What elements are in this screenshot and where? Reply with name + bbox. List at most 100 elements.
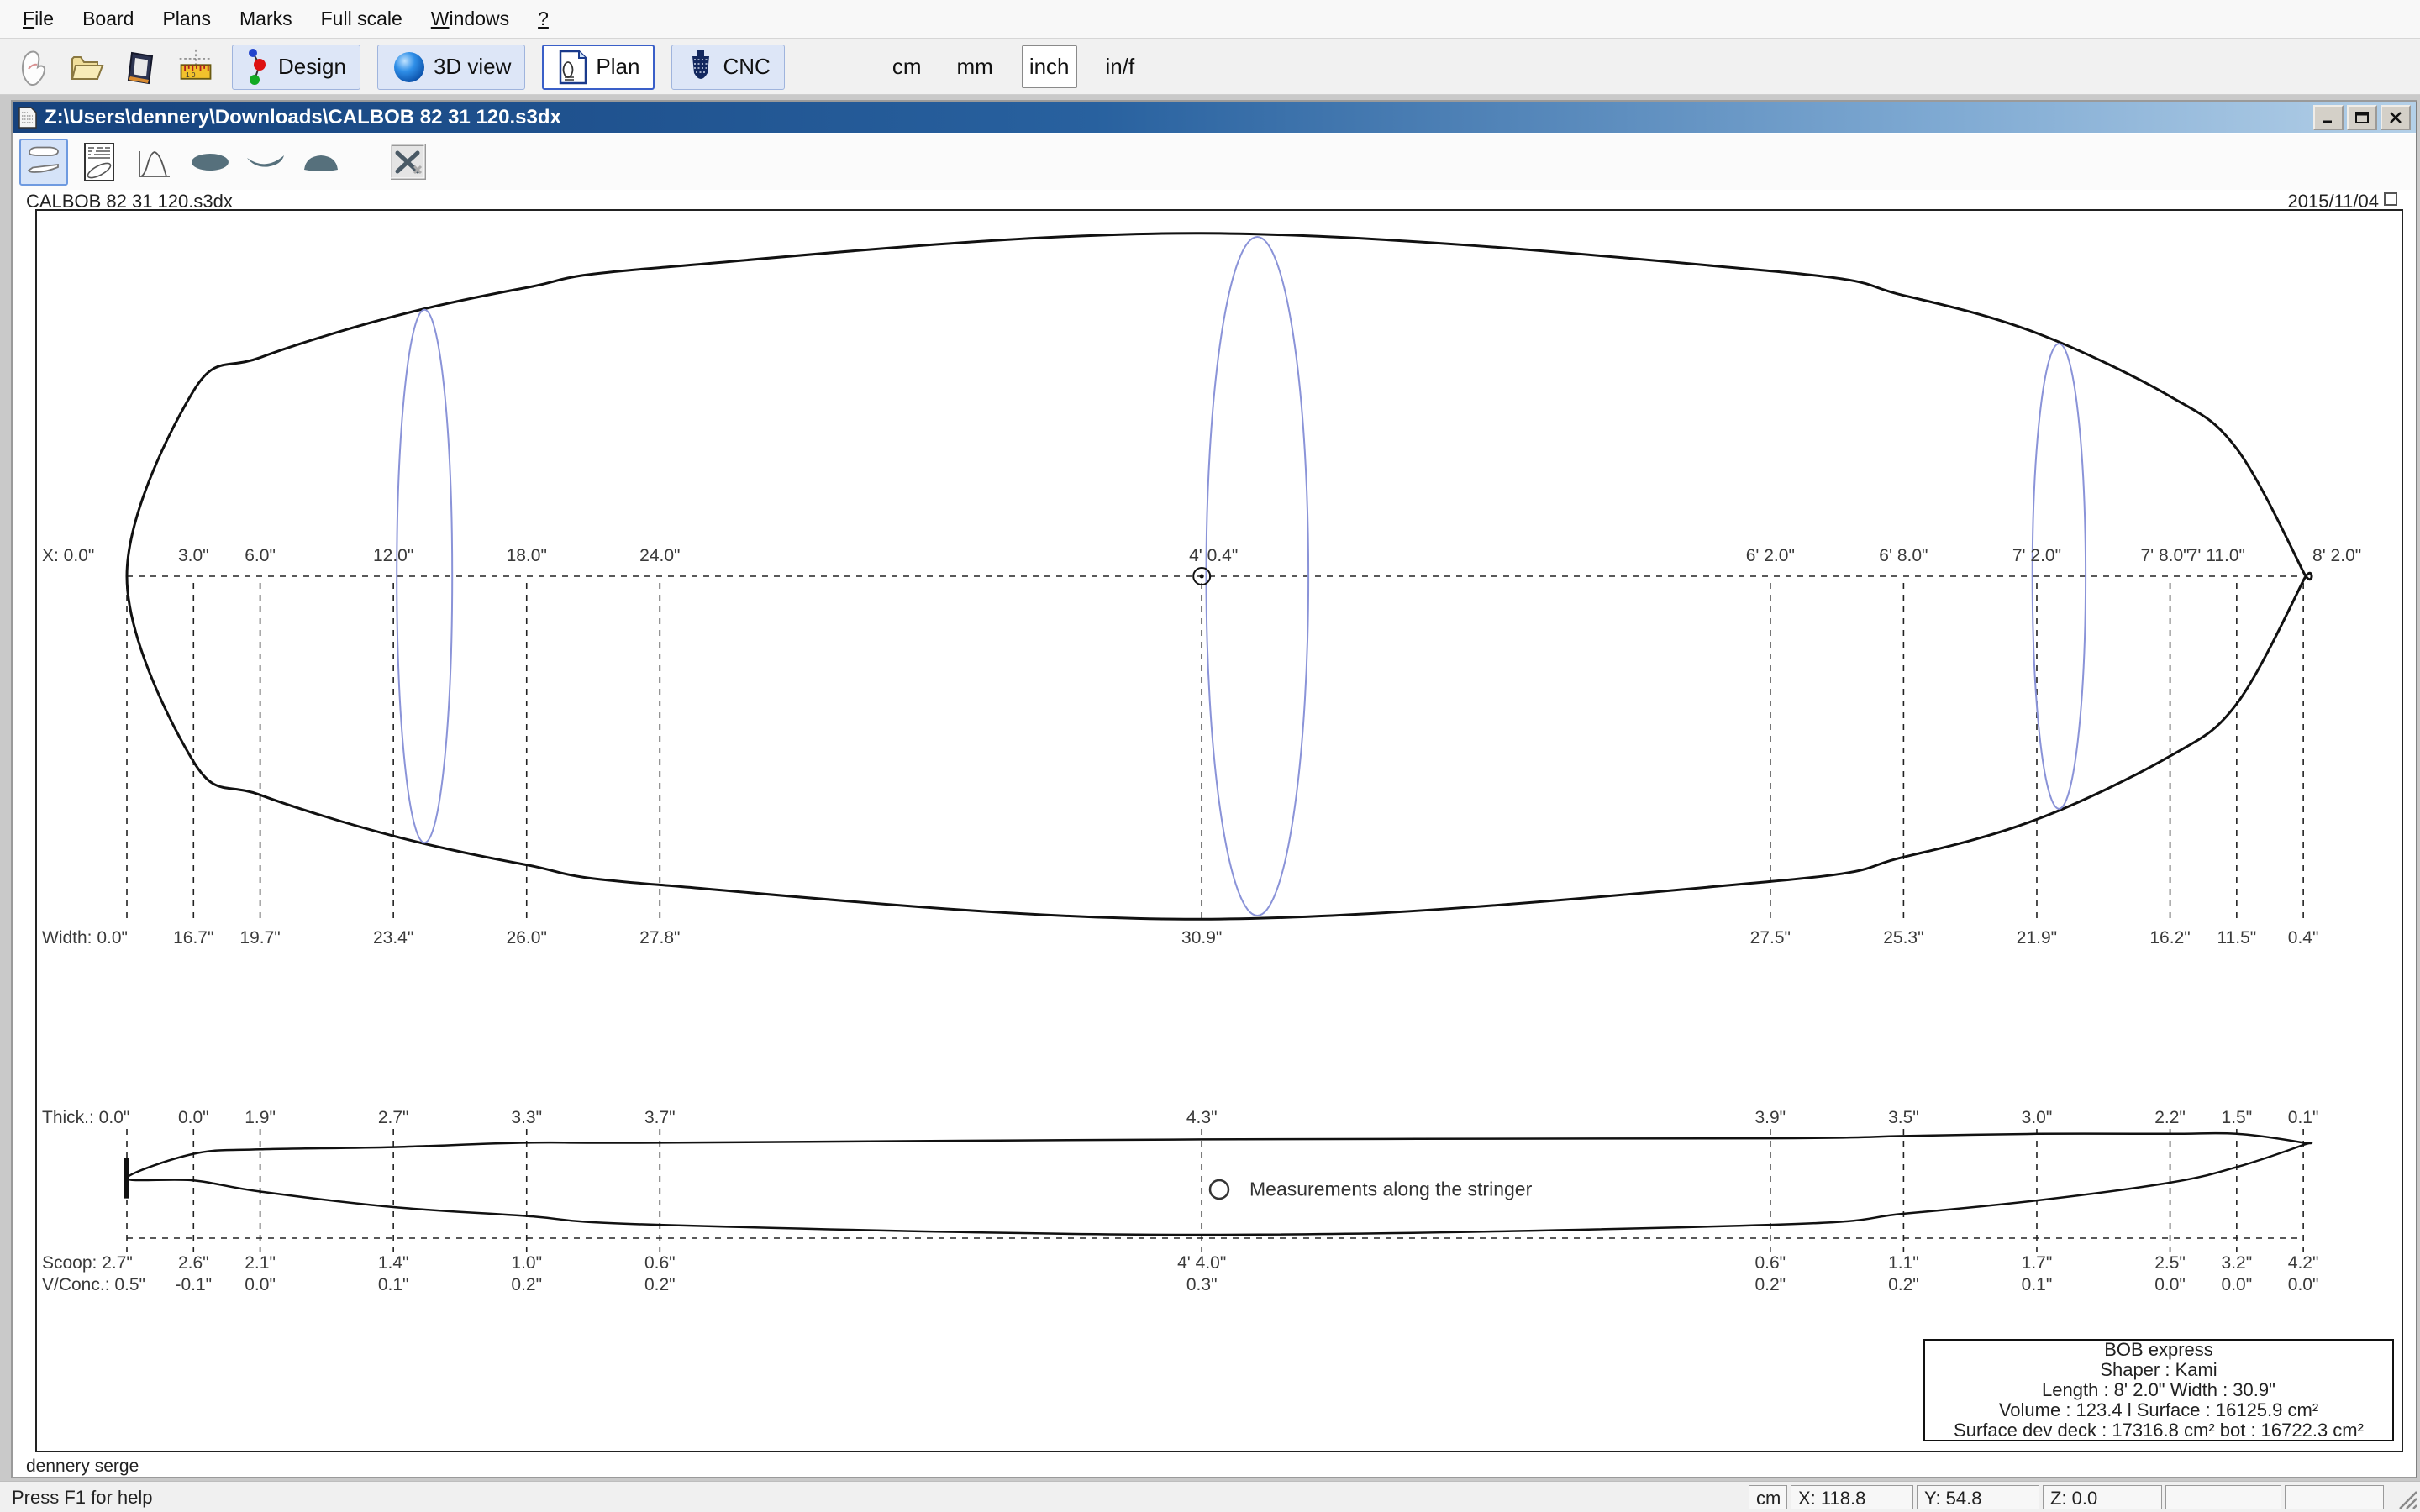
measurement-label: 0.6" [644, 1253, 676, 1273]
cnc-mill-icon [686, 48, 716, 87]
measurement-label: 0.3" [1186, 1275, 1218, 1295]
menu-item[interactable]: ? [523, 8, 563, 30]
measurement-label: 2.2" [2154, 1108, 2186, 1128]
info-dimensions: Length : 8' 2.0" Width : 30.9" [2042, 1380, 2275, 1400]
menu-item[interactable]: Plans [148, 8, 225, 30]
measurement-label: 2.5" [2154, 1253, 2186, 1273]
slice-curve-icon[interactable] [130, 139, 179, 186]
sphere-icon [392, 50, 427, 85]
filled-slice-icon[interactable] [297, 139, 345, 186]
measurement-sheet-icon[interactable] [75, 139, 124, 186]
measurement-label: 25.3" [1883, 928, 1923, 948]
measurement-label: 3.7" [644, 1108, 676, 1128]
measurement-label: 6' 8.0" [1879, 546, 1928, 566]
hand-icon[interactable] [15, 46, 54, 88]
unit-mm[interactable]: mm [950, 49, 999, 85]
measurement-label: 27.5" [1750, 928, 1791, 948]
save-icon[interactable] [123, 46, 161, 88]
measurement-label: 30.9" [1181, 928, 1222, 948]
menu-bar: File Board Plans Marks Full scale Window… [0, 0, 2420, 39]
maximize-button[interactable] [2347, 105, 2377, 130]
measurement-label: 7' 8.0" [2140, 546, 2189, 566]
unit-inf[interactable]: in/f [1099, 49, 1142, 85]
measurement-label: 8' 2.0" [2312, 546, 2361, 566]
3d-view-button[interactable]: 3D view [377, 45, 525, 90]
plan-document-icon [557, 48, 589, 87]
measurement-label: 0.0" [2288, 1275, 2319, 1295]
excel-export-icon[interactable] [384, 139, 433, 186]
info-surface-dev: Surface dev deck : 17316.8 cm² bot : 167… [1954, 1420, 2364, 1441]
menu-item[interactable]: Marks [225, 8, 307, 30]
resize-grip[interactable] [2393, 1485, 2418, 1510]
measurement-label: 0.1" [2022, 1275, 2053, 1295]
filled-outline-icon[interactable] [186, 139, 234, 186]
document-window: Z:\Users\dennery\Downloads\CALBOB 82 31 … [11, 100, 2417, 1478]
view-strip-toolbar [13, 134, 2416, 190]
measurement-label: 19.7" [239, 928, 280, 948]
measurement-label: 0.2" [1888, 1275, 1919, 1295]
filled-rocker-icon[interactable] [241, 139, 290, 186]
plan-button[interactable]: Plan [542, 45, 655, 90]
measurement-label: 3.0" [178, 546, 209, 566]
measurement-label: -0.1" [175, 1275, 212, 1295]
measurement-label: Scoop: 2.7" [42, 1253, 133, 1273]
measurement-label: 4.2" [2288, 1253, 2319, 1273]
ruler-icon[interactable]: 1 0 [176, 46, 215, 88]
svg-text:1 0: 1 0 [186, 71, 196, 78]
measurement-label: Thick.: 0.0" [42, 1108, 129, 1128]
measurement-label: 0.6" [1754, 1253, 1786, 1273]
measurement-label: 1.4" [378, 1253, 409, 1273]
measurement-label: 3.9" [1754, 1108, 1786, 1128]
plan-view-canvas[interactable]: X: 0.0"3.0"6.0"12.0"18.0"24.0"4' 0.4"6' … [35, 209, 2403, 1452]
measurement-label: 0.0" [2154, 1275, 2186, 1295]
measurement-label: 6.0" [245, 546, 276, 566]
measurement-label: 1.9" [245, 1108, 276, 1128]
measurement-label: 2.7" [378, 1108, 409, 1128]
measurement-label: 3.5" [1888, 1108, 1919, 1128]
measurement-label: 1.1" [1888, 1253, 1919, 1273]
measurement-label: 0.0" [245, 1275, 276, 1295]
measurement-label: 4.3" [1186, 1108, 1218, 1128]
unit-cm[interactable]: cm [886, 49, 929, 85]
outline-profile-view-icon[interactable] [19, 139, 68, 186]
open-folder-icon[interactable] [69, 46, 108, 88]
status-unit: cm [1749, 1485, 1787, 1509]
status-x: X: 118.8 [1791, 1485, 1913, 1509]
cnc-button-label: CNC [723, 54, 770, 80]
measurement-label: 0.0" [178, 1108, 209, 1128]
design-nodes-icon [246, 48, 271, 87]
measurement-label: 27.8" [639, 928, 680, 948]
measurement-label: 23.4" [373, 928, 413, 948]
measurement-label: 4' 0.4" [1189, 546, 1238, 566]
measurement-label: 16.7" [173, 928, 213, 948]
unit-inch[interactable]: inch [1022, 45, 1077, 88]
measurement-label: 21.9" [2017, 928, 2057, 948]
menu-item[interactable]: Windows [417, 8, 523, 30]
measurement-label: 3.3" [511, 1108, 542, 1128]
measurement-label: 4' 4.0" [1177, 1253, 1226, 1273]
stringer-radio [1210, 1180, 1228, 1199]
design-button-label: Design [278, 54, 346, 80]
menu-item[interactable]: File [8, 8, 68, 30]
window-titlebar[interactable]: Z:\Users\dennery\Downloads\CALBOB 82 31 … [13, 102, 2416, 133]
window-title: Z:\Users\dennery\Downloads\CALBOB 82 31 … [45, 106, 561, 129]
date-checkbox[interactable] [2384, 192, 2397, 206]
document-icon [18, 106, 38, 129]
status-empty [2165, 1485, 2281, 1509]
menu-item[interactable]: Board [68, 8, 148, 30]
application: File Board Plans Marks Full scale Window… [0, 0, 2420, 1512]
measurement-label: 24.0" [639, 546, 680, 566]
cnc-button[interactable]: CNC [671, 45, 784, 90]
measurement-label: 1.7" [2022, 1253, 2053, 1273]
status-z: Z: 0.0 [2043, 1485, 2162, 1509]
minimize-button[interactable] [2313, 105, 2344, 130]
measurement-label: 3.0" [2022, 1108, 2053, 1128]
measurement-label: 16.2" [2149, 928, 2190, 948]
measurement-label: 18.0" [507, 546, 547, 566]
menu-item[interactable]: Full scale [307, 8, 417, 30]
info-shaper: Shaper : Kami [2100, 1360, 2217, 1380]
design-button[interactable]: Design [232, 45, 360, 90]
status-help-text: Press F1 for help [12, 1487, 153, 1509]
stringer-note-label: Measurements along the stringer [1249, 1179, 1532, 1201]
close-button[interactable] [2381, 105, 2411, 130]
